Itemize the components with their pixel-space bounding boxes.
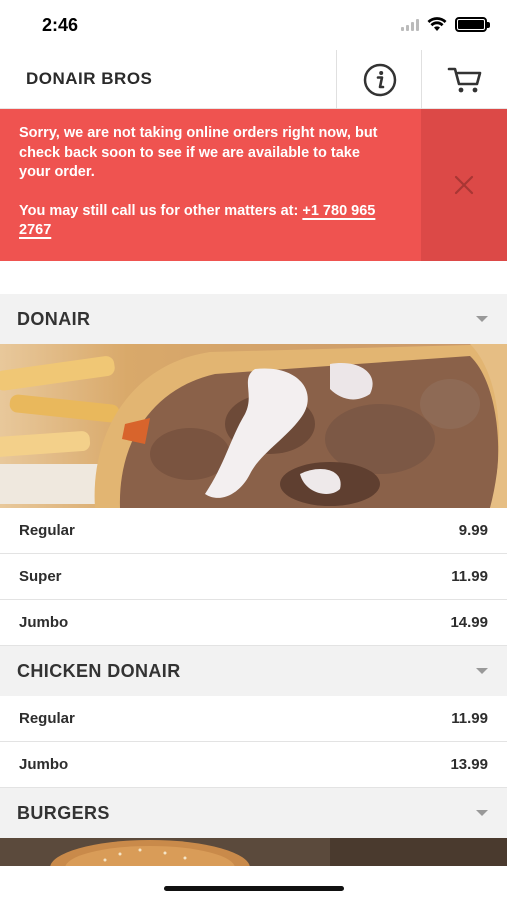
category-title: BURGERS <box>17 802 110 823</box>
cart-icon <box>447 67 481 92</box>
item-name: Regular <box>19 710 75 727</box>
cellular-signal-icon <box>401 18 419 31</box>
category-title: DONAIR <box>17 308 91 329</box>
status-time: 2:46 <box>42 15 79 35</box>
item-price: 14.99 <box>450 614 488 631</box>
chevron-down-icon <box>476 668 488 674</box>
info-button[interactable] <box>336 50 422 109</box>
category-header-donair[interactable]: DONAIR <box>0 294 507 344</box>
alert-call-prefix: You may still call us for other matters … <box>19 202 299 219</box>
item-name: Jumbo <box>19 756 69 773</box>
menu-item-row[interactable]: Super 11.99 <box>0 554 507 600</box>
info-icon <box>363 63 396 96</box>
app-header: DONAIR BROS <box>0 50 507 109</box>
alert-close-button[interactable] <box>421 109 507 261</box>
item-name: Super <box>19 568 62 585</box>
category-header-chicken-donair[interactable]: CHICKEN DONAIR <box>0 646 507 696</box>
item-name: Regular <box>19 522 75 539</box>
item-price: 13.99 <box>450 756 488 773</box>
category-header-burgers[interactable]: BURGERS <box>0 788 507 838</box>
menu-item-row[interactable]: Regular 11.99 <box>0 696 507 742</box>
burger-photo <box>0 838 507 868</box>
battery-icon <box>455 17 490 32</box>
close-icon <box>454 175 474 195</box>
category-title: CHICKEN DONAIR <box>17 660 181 681</box>
menu-item-row[interactable]: Regular 9.99 <box>0 508 507 554</box>
chevron-down-icon <box>476 810 488 816</box>
menu-list: DONAIR Regular 9.99 Super 11.99 Jumbo 14… <box>0 294 507 868</box>
alert-message: Sorry, we are not taking online orders r… <box>19 125 378 180</box>
item-price: 9.99 <box>458 522 488 539</box>
restaurant-title: DONAIR BROS <box>26 69 153 88</box>
item-name: Jumbo <box>19 614 69 631</box>
status-bar: 2:46 <box>0 0 507 50</box>
alert-call-line: You may still call us for other matters … <box>19 202 394 241</box>
item-price: 11.99 <box>451 710 488 727</box>
donair-photo <box>0 344 507 508</box>
menu-item-row[interactable]: Jumbo 13.99 <box>0 742 507 788</box>
menu-item-row[interactable]: Jumbo 14.99 <box>0 600 507 646</box>
chevron-down-icon <box>476 316 488 322</box>
status-icons <box>401 17 490 32</box>
item-price: 11.99 <box>451 568 488 585</box>
bottom-safe-area <box>0 866 507 900</box>
cart-button[interactable] <box>421 50 507 109</box>
wifi-icon <box>427 17 447 31</box>
home-indicator[interactable] <box>164 886 344 891</box>
alert-text: Sorry, we are not taking online orders r… <box>19 124 394 241</box>
online-orders-alert: Sorry, we are not taking online orders r… <box>0 109 507 261</box>
